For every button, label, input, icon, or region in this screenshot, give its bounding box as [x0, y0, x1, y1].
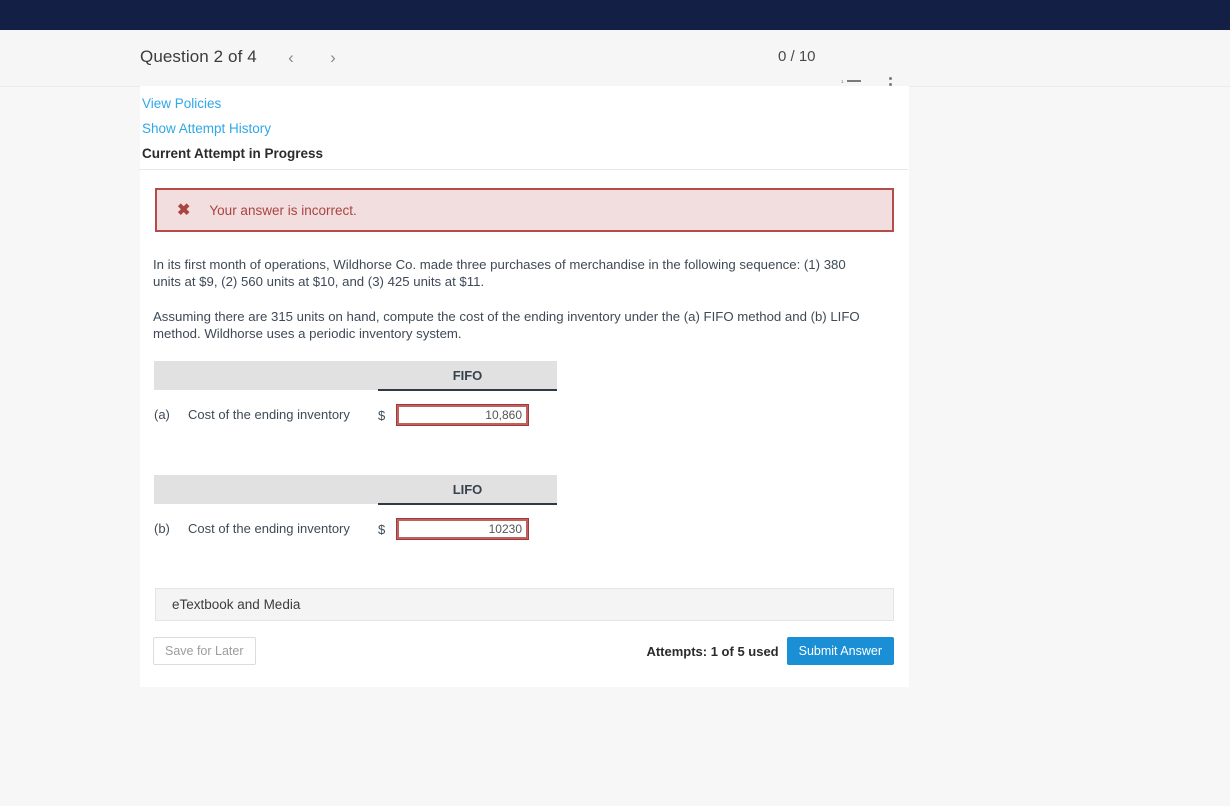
header-blank-cell [154, 361, 378, 390]
links-section: View Policies Show Attempt History Curre… [140, 86, 909, 161]
currency-symbol-a: $ [378, 391, 396, 439]
question-paragraph-2: Assuming there are 315 units on hand, co… [153, 309, 860, 341]
question-body: In its first month of operations, Wildho… [153, 256, 894, 342]
svg-text:1: 1 [841, 79, 844, 84]
alert-message: Your answer is incorrect. [209, 202, 357, 218]
lifo-column-header: LIFO [378, 475, 557, 505]
row-input-cell: $ [378, 390, 557, 439]
row-input-cell: $ [378, 504, 557, 553]
header-blank-cell [154, 475, 378, 504]
question-header-bar: Question 2 of 4 ‹ › 0 / 10 1 2 3 [0, 30, 1230, 97]
view-policies-link[interactable]: View Policies [142, 96, 221, 111]
row-index-b: (b) [154, 504, 188, 553]
row-index-a: (a) [154, 390, 188, 439]
row-label-cell: (b) Cost of the ending inventory [154, 504, 378, 553]
table-row: (a) Cost of the ending inventory $ [154, 390, 557, 439]
previous-question-button[interactable]: ‹ [280, 46, 302, 70]
fifo-answer-input[interactable] [396, 404, 529, 426]
fifo-answer-table: FIFO (a) Cost of the ending inventory $ [154, 361, 557, 439]
table-header-row: FIFO [154, 361, 557, 391]
footer-right-group: Attempts: 1 of 5 used Submit Answer [646, 637, 894, 665]
cross-mark-icon: ✖ [177, 202, 191, 219]
row-description-b: Cost of the ending inventory [188, 504, 378, 553]
lifo-input-wrapper [396, 505, 557, 553]
save-for-later-button[interactable]: Save for Later [153, 637, 256, 665]
currency-symbol-b: $ [378, 505, 396, 553]
row-label-cell: (a) Cost of the ending inventory [154, 390, 378, 439]
question-paragraph-1: In its first month of operations, Wildho… [153, 257, 846, 289]
row-description-a: Cost of the ending inventory [188, 390, 378, 439]
etextbook-and-media-bar[interactable]: eTextbook and Media [155, 588, 894, 621]
submit-answer-button[interactable]: Submit Answer [786, 637, 894, 665]
question-card: View Policies Show Attempt History Curre… [139, 86, 909, 687]
top-navigation-bar [0, 0, 1230, 30]
fifo-column-header: FIFO [378, 361, 557, 391]
incorrect-answer-alert: ✖ Your answer is incorrect. [155, 188, 894, 232]
footer-actions: Save for Later Attempts: 1 of 5 used Sub… [153, 637, 894, 665]
table-row: (b) Cost of the ending inventory $ [154, 504, 557, 553]
etextbook-label: eTextbook and Media [172, 597, 301, 612]
score-display: 0 / 10 [778, 48, 816, 65]
page-title: Question 2 of 4 [140, 47, 257, 66]
lifo-answer-input[interactable] [396, 518, 529, 540]
table-header-row: LIFO [154, 475, 557, 505]
fifo-input-wrapper [396, 391, 557, 439]
kebab-dot [888, 77, 892, 80]
next-question-button[interactable]: › [322, 46, 344, 70]
attempts-counter: Attempts: 1 of 5 used [646, 643, 779, 659]
show-attempt-history-link[interactable]: Show Attempt History [142, 121, 271, 136]
divider [139, 169, 908, 170]
lifo-answer-table: LIFO (b) Cost of the ending inventory $ [154, 475, 557, 553]
current-attempt-label: Current Attempt in Progress [142, 146, 324, 161]
